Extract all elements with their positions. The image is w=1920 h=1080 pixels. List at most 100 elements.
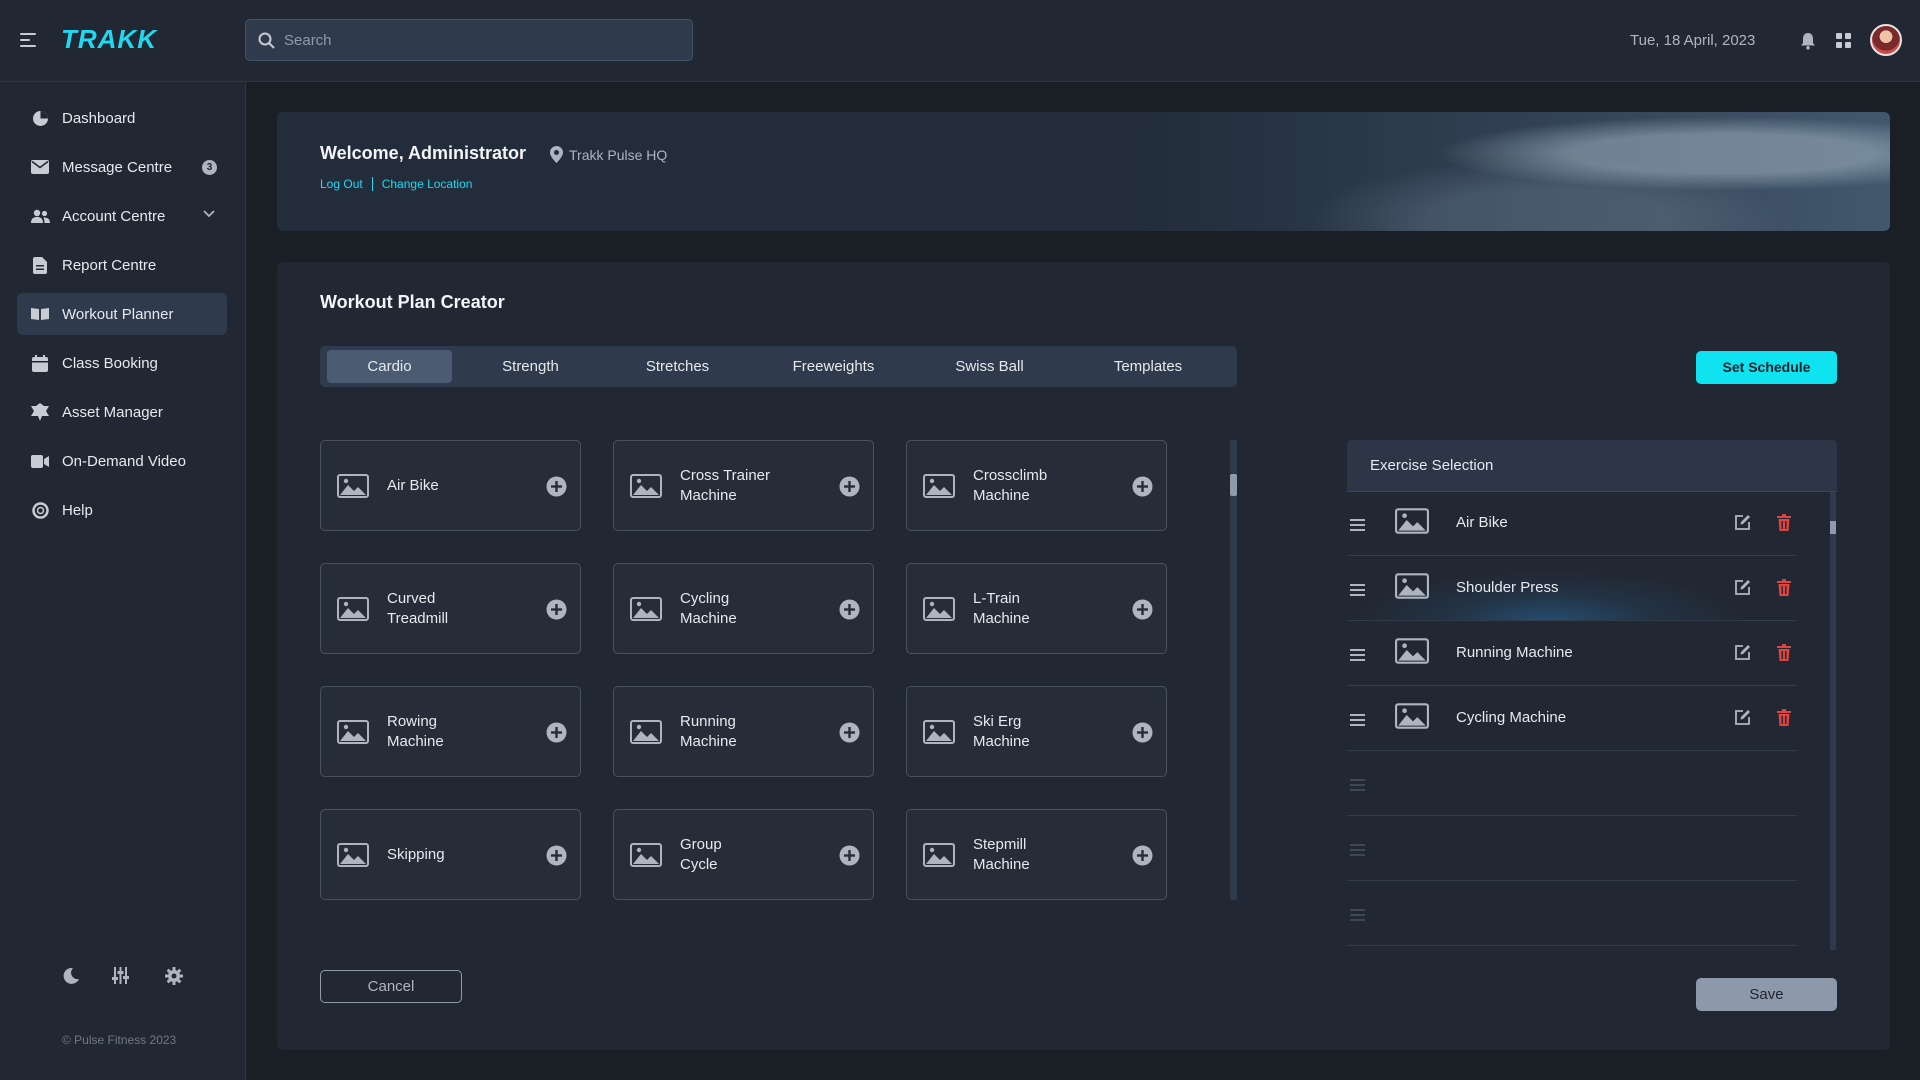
- exercise-card[interactable]: Group Cycle: [613, 809, 874, 900]
- selected-exercise-name: Shoulder Press: [1456, 579, 1559, 596]
- exercise-name-line1: Group: [680, 835, 722, 853]
- app-logo[interactable]: TRAKK: [61, 24, 157, 55]
- exercise-card[interactable]: Rowing Machine: [320, 686, 581, 777]
- location-name: Trakk Pulse HQ: [569, 146, 668, 163]
- bell-icon[interactable]: [1800, 32, 1816, 50]
- drag-handle-icon[interactable]: [1350, 713, 1365, 731]
- sidebar-item-report-centre[interactable]: Report Centre: [17, 244, 227, 286]
- selected-exercise-row[interactable]: Shoulder Press: [1347, 557, 1797, 621]
- apps-grid-icon[interactable]: [1836, 33, 1851, 48]
- cancel-button[interactable]: Cancel: [320, 970, 462, 1003]
- image-placeholder-icon: [923, 720, 955, 749]
- exercise-card-label: Rowing Machine: [387, 687, 537, 776]
- add-exercise-icon[interactable]: [1132, 722, 1153, 748]
- drag-handle-icon[interactable]: [1350, 583, 1365, 601]
- user-avatar[interactable]: [1870, 24, 1902, 56]
- drag-handle-icon: [1350, 778, 1365, 796]
- selected-exercise-row[interactable]: Cycling Machine: [1347, 687, 1797, 751]
- sidebar-item-label: Help: [62, 501, 93, 519]
- set-schedule-button[interactable]: Set Schedule: [1696, 351, 1837, 384]
- menu-icon[interactable]: [20, 33, 36, 47]
- sidebar-item-account-centre[interactable]: Account Centre: [17, 195, 227, 237]
- edit-icon[interactable]: [1734, 644, 1751, 666]
- exercise-name-line2: Treadmill: [387, 609, 449, 627]
- exercise-card[interactable]: Skipping: [320, 809, 581, 900]
- exercise-card[interactable]: Running Machine: [613, 686, 874, 777]
- edit-icon[interactable]: [1734, 579, 1751, 601]
- tab-cardio[interactable]: Cardio: [327, 350, 452, 383]
- exercise-name-line2: Machine: [387, 732, 444, 750]
- logout-link[interactable]: Log Out: [320, 177, 363, 191]
- edit-icon[interactable]: [1734, 709, 1751, 731]
- empty-slot-row: [1347, 817, 1797, 881]
- delete-icon[interactable]: [1777, 514, 1791, 536]
- exercise-name-line1: Air Bike: [387, 476, 439, 494]
- users-icon: [30, 206, 50, 226]
- exercise-card[interactable]: Cross Trainer Machine: [613, 440, 874, 531]
- tab-swiss-ball[interactable]: Swiss Ball: [922, 350, 1057, 383]
- sidebar-item-class-booking[interactable]: Class Booking: [17, 342, 227, 384]
- exercise-selection-title: Exercise Selection: [1370, 457, 1494, 474]
- search-box[interactable]: [245, 19, 693, 61]
- exercise-card-label: Crossclimb Machine: [973, 441, 1123, 530]
- exercise-card[interactable]: Crossclimb Machine: [906, 440, 1167, 531]
- chevron-down-icon[interactable]: [203, 210, 215, 218]
- exercise-grid-scrollbar[interactable]: [1230, 440, 1237, 900]
- search-input[interactable]: [284, 20, 684, 60]
- selection-scrollbar[interactable]: [1830, 492, 1836, 950]
- add-exercise-icon[interactable]: [546, 476, 567, 502]
- tab-templates[interactable]: Templates: [1068, 350, 1228, 383]
- sidebar-item-help[interactable]: Help: [17, 489, 227, 531]
- drag-handle-icon[interactable]: [1350, 518, 1365, 536]
- image-placeholder-icon: [630, 720, 662, 749]
- add-exercise-icon[interactable]: [839, 722, 860, 748]
- exercise-card[interactable]: L-Train Machine: [906, 563, 1167, 654]
- add-exercise-icon[interactable]: [1132, 476, 1153, 502]
- sidebar-item-on-demand-video[interactable]: On-Demand Video: [17, 440, 227, 482]
- exercise-card[interactable]: Curved Treadmill: [320, 563, 581, 654]
- drag-handle-icon[interactable]: [1350, 648, 1365, 666]
- sidebar-item-workout-planner[interactable]: Workout Planner: [17, 293, 227, 335]
- exercise-card-label: Running Machine: [680, 687, 830, 776]
- add-exercise-icon[interactable]: [1132, 599, 1153, 625]
- sidebar-item-message-centre[interactable]: Message Centre 3: [17, 146, 227, 188]
- exercise-card[interactable]: Stepmill Machine: [906, 809, 1167, 900]
- save-button[interactable]: Save: [1696, 978, 1837, 1011]
- scrollbar-thumb[interactable]: [1230, 474, 1237, 496]
- selected-exercise-row[interactable]: Air Bike: [1347, 492, 1797, 556]
- sidebar-item-asset-manager[interactable]: Asset Manager: [17, 391, 227, 433]
- exercise-card[interactable]: Cycling Machine: [613, 563, 874, 654]
- selected-exercise-row[interactable]: Running Machine: [1347, 622, 1797, 686]
- gear-icon[interactable]: [165, 967, 183, 990]
- video-icon: [30, 451, 50, 471]
- tab-strength[interactable]: Strength: [463, 350, 598, 383]
- drag-handle-icon: [1350, 908, 1365, 926]
- moon-icon[interactable]: [62, 967, 80, 990]
- add-exercise-icon[interactable]: [839, 599, 860, 625]
- delete-icon[interactable]: [1777, 644, 1791, 666]
- scrollbar-thumb[interactable]: [1830, 521, 1836, 534]
- delete-icon[interactable]: [1777, 579, 1791, 601]
- location-pin-icon: [550, 146, 563, 163]
- sliders-icon[interactable]: [112, 967, 129, 989]
- exercise-card-label: Skipping: [387, 810, 537, 899]
- exercise-card[interactable]: Ski Erg Machine: [906, 686, 1167, 777]
- change-location-link[interactable]: Change Location: [382, 177, 473, 191]
- exercise-name-line2: Machine: [680, 732, 737, 750]
- exercise-name-line1: L-Train: [973, 589, 1020, 607]
- add-exercise-icon[interactable]: [839, 845, 860, 871]
- tab-stretches[interactable]: Stretches: [610, 350, 745, 383]
- exercise-card[interactable]: Air Bike: [320, 440, 581, 531]
- add-exercise-icon[interactable]: [1132, 845, 1153, 871]
- delete-icon[interactable]: [1777, 709, 1791, 731]
- edit-icon[interactable]: [1734, 514, 1751, 536]
- report-icon: [30, 255, 50, 275]
- add-exercise-icon[interactable]: [839, 476, 860, 502]
- tab-freeweights[interactable]: Freeweights: [756, 350, 911, 383]
- add-exercise-icon[interactable]: [546, 722, 567, 748]
- add-exercise-icon[interactable]: [546, 599, 567, 625]
- exercise-name-line2: Machine: [973, 486, 1030, 504]
- sidebar-item-dashboard[interactable]: Dashboard: [17, 97, 227, 139]
- sidebar-item-label: Message Centre: [62, 158, 173, 176]
- add-exercise-icon[interactable]: [546, 845, 567, 871]
